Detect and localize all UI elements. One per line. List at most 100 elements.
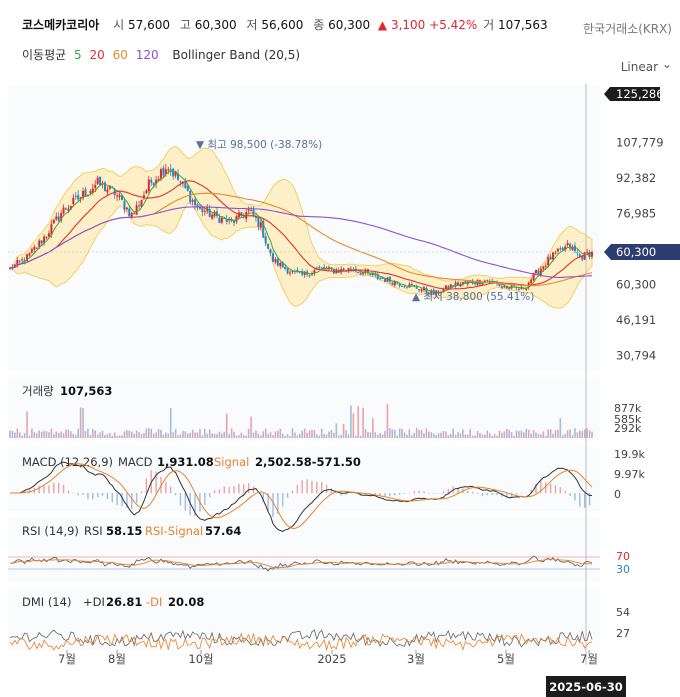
volume-bar [38, 430, 41, 438]
candle-body [191, 200, 194, 202]
volume-bar [457, 432, 459, 438]
volume-bar [318, 435, 321, 438]
pdi-value: 26.81 [106, 595, 142, 609]
mdi-value: 20.08 [168, 595, 204, 609]
volume-bar [16, 428, 19, 438]
volume-bar [242, 434, 245, 438]
volume-bar [301, 430, 304, 438]
macd-hist-bar [413, 491, 415, 494]
candle-body [318, 267, 321, 269]
macd-hist-bar [559, 487, 562, 494]
volume-bar [50, 428, 53, 438]
volume-bar [60, 431, 62, 438]
price-tick-label: 30,794 [616, 349, 656, 363]
macd-hist-bar [62, 484, 65, 494]
volume-bar [57, 433, 60, 438]
volume-bar [89, 435, 92, 438]
volume-bar [189, 432, 192, 438]
volume-bar [552, 433, 554, 438]
volume-bar [294, 432, 296, 438]
rsi-title: RSI (14,9) [22, 524, 79, 538]
volume-bar [391, 429, 394, 438]
candle-body [517, 288, 520, 290]
macd-label: MACD [118, 455, 153, 469]
volume-bar [169, 408, 172, 438]
candle-body [125, 207, 128, 210]
volume-bar [557, 429, 559, 438]
volume-bar [532, 430, 535, 438]
macd-hist-bar [43, 485, 45, 494]
volume-bar [172, 432, 174, 438]
candle-body [179, 181, 182, 183]
candle-body [130, 213, 133, 218]
rsi-value: 58.15 [106, 524, 142, 538]
volume-bar [194, 432, 196, 438]
macd-hist-bar [58, 482, 60, 494]
volume-bar [337, 435, 340, 438]
volume-bar [313, 429, 316, 438]
candle-body [403, 286, 406, 288]
macd-hist-bar [418, 490, 420, 494]
volume-bar [45, 431, 48, 438]
volume-bar [398, 428, 401, 438]
stock-chart[interactable]: 107,779 92,382 76,985 60,300 46,191 30,794 ▼ 최… [0, 0, 680, 697]
candle-body [542, 266, 545, 270]
volume-bar [101, 430, 104, 438]
chevron-down-icon[interactable]: ⌄ [662, 57, 672, 71]
ma5-label[interactable]: 5 [74, 48, 82, 62]
volume-bar [342, 423, 345, 438]
candle-body [21, 259, 24, 261]
ma60-label[interactable]: 60 [113, 48, 128, 62]
candle-body [398, 283, 401, 286]
volume-bar [396, 435, 398, 438]
volume-bar [303, 428, 306, 438]
candle-body [410, 283, 413, 286]
candle-body [566, 242, 569, 246]
volume-bar [481, 434, 484, 438]
volume-bar [393, 429, 396, 438]
volume-bar [138, 432, 140, 438]
volume-bar [325, 434, 328, 438]
macd-hist-bar [423, 491, 425, 494]
volume-bar [281, 433, 284, 438]
volume-bar [289, 435, 291, 438]
candle-body [65, 208, 68, 210]
ma120-label[interactable]: 120 [136, 48, 159, 62]
volume-bar [410, 435, 413, 438]
volume-bar [542, 431, 545, 438]
volume-bar [106, 434, 109, 438]
candle-body [159, 169, 162, 179]
macd-hist-bar [379, 493, 381, 496]
volume-bar [376, 435, 379, 438]
ma20-label[interactable]: 20 [89, 48, 104, 62]
volume-bar [462, 429, 464, 438]
candle-body [384, 279, 387, 282]
x-axis-label: 7월 [580, 652, 598, 666]
bollinger-label[interactable]: Bollinger Band (20,5) [172, 48, 300, 62]
high-label: 고 [179, 18, 191, 32]
macd-hist-bar [428, 493, 430, 494]
macd-signal-value: 2,502.58-571.50 [255, 455, 361, 469]
candle-body [150, 179, 153, 183]
volume-bar [65, 429, 67, 438]
candle-body [357, 271, 360, 273]
macd-hist-bar [101, 493, 104, 496]
volume-bar [401, 428, 403, 438]
macd-hist-bar [111, 493, 113, 503]
candle-body [415, 286, 418, 289]
candle-body [569, 243, 572, 249]
volume-bar [359, 435, 362, 438]
volume-bar [364, 429, 367, 438]
macd-hist-bar [296, 484, 299, 494]
volume-bar [537, 434, 540, 438]
dmi-title: DMI (14) [22, 595, 71, 609]
volume-bar [196, 432, 199, 438]
scale-selector[interactable]: Linear [621, 60, 658, 74]
volume-bar [216, 434, 218, 438]
volume-bar [186, 433, 189, 438]
price-tick-label: 60,300 [616, 277, 656, 291]
price-tick-label: 92,382 [616, 171, 656, 185]
macd-hist-bar [325, 484, 328, 494]
volume-bar [26, 411, 28, 438]
volume-bar [354, 435, 357, 438]
